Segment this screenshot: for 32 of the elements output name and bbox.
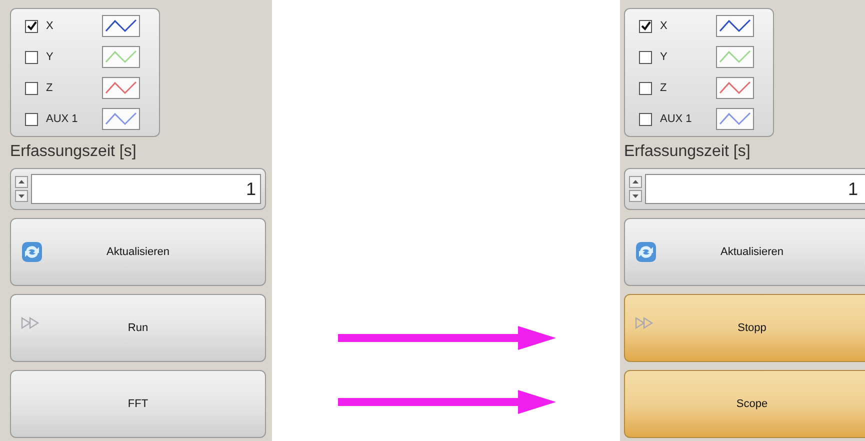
- refresh-icon: [21, 241, 43, 263]
- channel-label: X: [46, 18, 54, 34]
- checkbox[interactable]: [639, 82, 652, 94]
- refresh-icon: [635, 241, 657, 263]
- field-label: Erfassungszeit [s]: [10, 142, 138, 162]
- value-display: 1: [31, 174, 261, 204]
- channel-label: Z: [46, 80, 54, 96]
- fast-forward-icon: [21, 317, 41, 329]
- action-button[interactable]: FFT: [10, 370, 266, 438]
- spinner-field[interactable]: 1: [10, 168, 266, 210]
- fast-forward-icon: [635, 317, 655, 329]
- action-button[interactable]: Run: [10, 294, 266, 362]
- checkbox[interactable]: [639, 112, 652, 126]
- checkbox[interactable]: [639, 20, 652, 32]
- checkbox[interactable]: [25, 82, 38, 94]
- spinner-field[interactable]: 1: [624, 168, 865, 210]
- action-button[interactable]: Scope: [624, 370, 865, 438]
- action-button[interactable]: Aktualisieren: [10, 218, 266, 286]
- channel-label: X: [660, 18, 668, 34]
- channel-label: Y: [660, 50, 668, 65]
- value-display: 1: [645, 174, 865, 204]
- channel-label: Y: [46, 50, 54, 65]
- channel-label: Z: [660, 80, 668, 96]
- field-label: Erfassungszeit [s]: [624, 142, 752, 162]
- checkbox[interactable]: [639, 50, 652, 64]
- checkbox[interactable]: [25, 50, 38, 64]
- channel-label: AUX 1: [660, 112, 693, 127]
- checkbox[interactable]: [25, 20, 38, 32]
- action-button[interactable]: Stopp: [624, 294, 865, 362]
- action-button[interactable]: Aktualisieren: [624, 218, 865, 286]
- checkbox[interactable]: [25, 112, 38, 126]
- channel-label: AUX 1: [46, 112, 79, 127]
